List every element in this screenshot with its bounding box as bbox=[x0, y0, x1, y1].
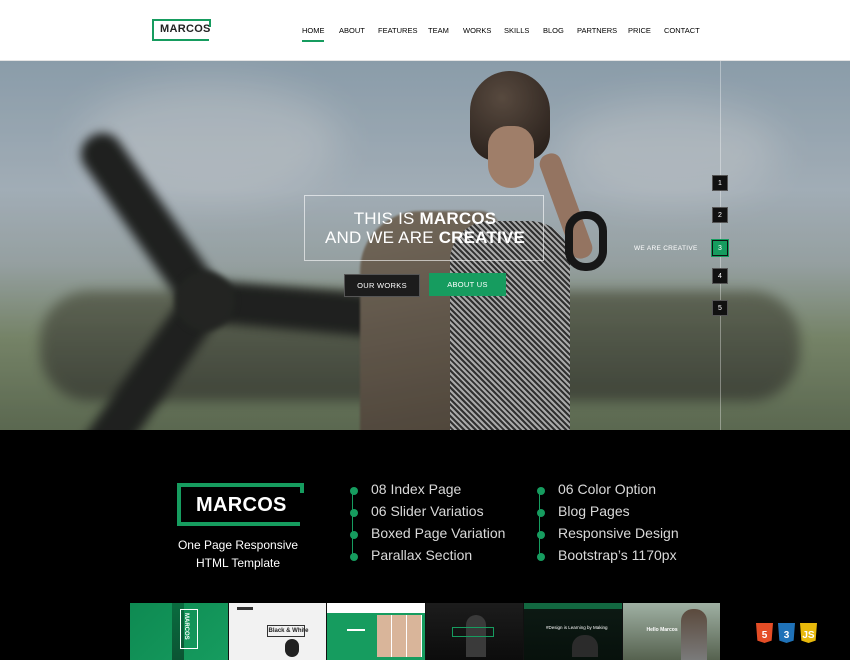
feature-item: Bootstrap’s 1170px bbox=[537, 547, 677, 563]
css3-icon: 3 bbox=[778, 623, 795, 643]
hero-line1-strong: MARCOS bbox=[419, 209, 497, 228]
nav-item-blog[interactable]: BLOG bbox=[543, 26, 564, 35]
nav-item-skills[interactable]: SKILLS bbox=[504, 26, 529, 35]
promo-brand-logo: MARCOS bbox=[177, 483, 304, 526]
bullet-icon bbox=[537, 531, 545, 539]
feature-item: Responsive Design bbox=[537, 525, 679, 541]
nav-item-about[interactable]: ABOUT bbox=[339, 26, 365, 35]
feature-timeline bbox=[352, 489, 353, 557]
promo-tagline: One Page Responsive HTML Template bbox=[168, 536, 308, 572]
promo-tagline-line2: HTML Template bbox=[195, 556, 281, 570]
bullet-icon bbox=[537, 509, 545, 517]
about-us-button[interactable]: ABOUT US bbox=[429, 273, 506, 296]
feature-item: Boxed Page Variation bbox=[350, 525, 505, 541]
feature-item: Parallax Section bbox=[350, 547, 472, 563]
preview-thumb-1[interactable]: MARCOS bbox=[130, 603, 229, 660]
nav-item-features[interactable]: FEATURES bbox=[378, 26, 417, 35]
bullet-icon bbox=[537, 553, 545, 561]
nav-item-partners[interactable]: PARTNERS bbox=[577, 26, 617, 35]
our-works-button[interactable]: OUR WORKS bbox=[344, 274, 420, 297]
promo-brand-text: MARCOS bbox=[196, 494, 287, 516]
feature-timeline bbox=[539, 489, 540, 557]
feature-item: Blog Pages bbox=[537, 503, 630, 519]
slider-dot-1[interactable]: 1 bbox=[712, 175, 728, 191]
thumb-label: Hello Marcos bbox=[646, 627, 678, 633]
promo-panel: MARCOS One Page Responsive HTML Template… bbox=[0, 430, 850, 660]
feature-item: 06 Color Option bbox=[537, 481, 656, 497]
logo-text: MARCOS bbox=[160, 23, 211, 35]
feature-item: 08 Index Page bbox=[350, 481, 461, 497]
slider-dot-5[interactable]: 5 bbox=[712, 300, 728, 316]
nav-item-contact[interactable]: CONTACT bbox=[664, 26, 700, 35]
preview-thumb-6[interactable]: Hello Marcos bbox=[622, 603, 720, 660]
hero-line2-strong: CREATIVE bbox=[438, 228, 525, 247]
hero-title: THIS IS MARCOS AND WE ARE CREATIVE bbox=[300, 209, 550, 247]
js-icon: JS bbox=[800, 623, 817, 643]
preview-thumb-2[interactable]: Black & White bbox=[228, 603, 327, 660]
nav-item-team[interactable]: TEAM bbox=[428, 26, 449, 35]
bullet-icon bbox=[350, 553, 358, 561]
navbar: MARCOS HOME ABOUT FEATURES TEAM WORKS SK… bbox=[0, 0, 850, 61]
feature-item: 06 Slider Variatios bbox=[350, 503, 484, 519]
thumb-label: #Design is Learning by Making bbox=[546, 625, 608, 630]
slider-dot-2[interactable]: 2 bbox=[712, 207, 728, 223]
nav-item-home[interactable]: HOME bbox=[302, 26, 325, 35]
html5-icon: 5 bbox=[756, 623, 773, 643]
slider-dot-3[interactable]: 3 bbox=[712, 240, 728, 256]
slider-caption: WE ARE CREATIVE bbox=[634, 245, 698, 252]
hero-line1-prefix: THIS IS bbox=[353, 209, 415, 228]
promo-tagline-line1: One Page Responsive bbox=[177, 538, 299, 552]
nav-active-indicator bbox=[302, 40, 324, 42]
template-preview-strip: MARCOS Black & White #Design is Learning… bbox=[130, 603, 720, 660]
nav-item-price[interactable]: PRICE bbox=[628, 26, 651, 35]
preview-thumb-5[interactable]: #Design is Learning by Making bbox=[524, 603, 623, 660]
bullet-icon bbox=[350, 509, 358, 517]
bullet-icon bbox=[350, 531, 358, 539]
site-logo[interactable]: MARCOS bbox=[152, 19, 211, 41]
bullet-icon bbox=[537, 487, 545, 495]
slider-dot-4[interactable]: 4 bbox=[712, 268, 728, 284]
thumb-label: MARCOS bbox=[183, 613, 189, 640]
preview-thumb-4[interactable] bbox=[425, 603, 524, 660]
preview-thumb-3[interactable] bbox=[327, 603, 426, 660]
hero-line2-prefix: AND WE ARE bbox=[325, 228, 434, 247]
bullet-icon bbox=[350, 487, 358, 495]
nav-item-works[interactable]: WORKS bbox=[463, 26, 491, 35]
hero-slider: THIS IS MARCOS AND WE ARE CREATIVE OUR W… bbox=[0, 61, 850, 430]
thumb-label: Black & White bbox=[268, 628, 309, 634]
